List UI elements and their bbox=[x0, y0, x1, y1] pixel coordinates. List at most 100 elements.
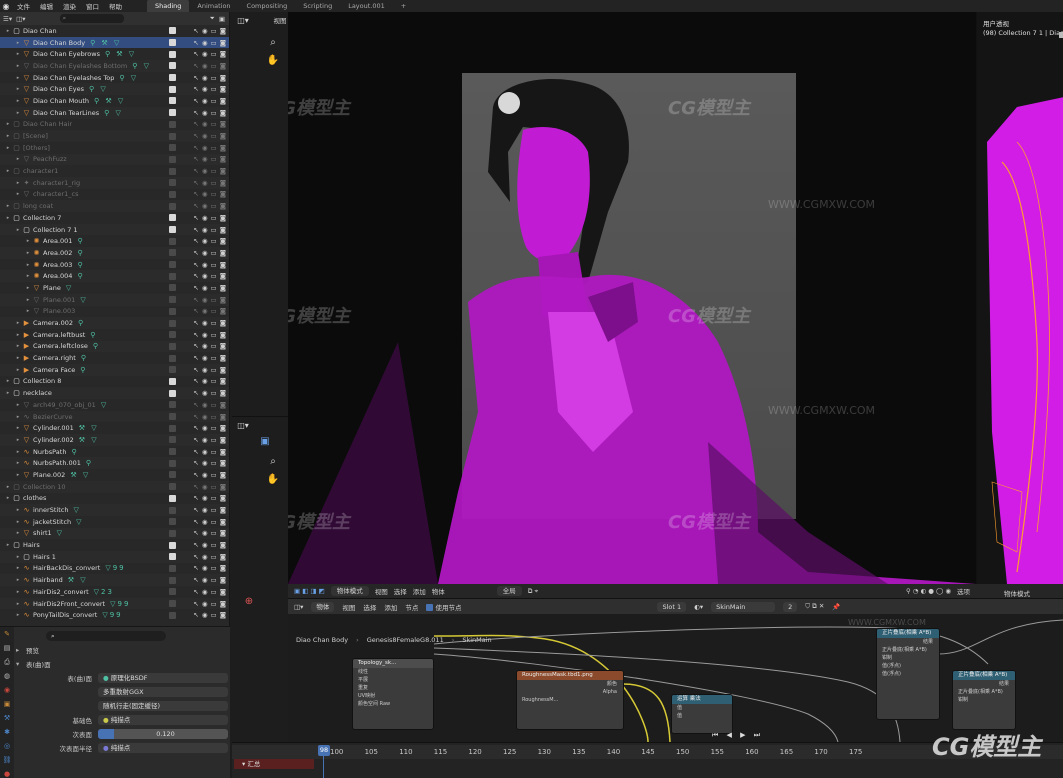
render-camera-icon[interactable]: ◙ bbox=[220, 541, 226, 549]
expand-arrow-icon[interactable]: ▸ bbox=[24, 285, 32, 291]
node-view-menu[interactable]: 视图 bbox=[342, 602, 355, 612]
select-arrow-icon[interactable]: ↖ bbox=[193, 529, 198, 537]
modifier-tab-icon[interactable]: ⚒ bbox=[0, 711, 14, 725]
expand-arrow-icon[interactable]: ▸ bbox=[14, 449, 22, 455]
exclude-checkbox[interactable] bbox=[169, 541, 176, 549]
select-arrow-icon[interactable]: ↖ bbox=[193, 85, 198, 93]
outliner-item-label[interactable]: Plane.002 bbox=[33, 471, 65, 479]
expand-arrow-icon[interactable]: ▸ bbox=[14, 343, 22, 349]
expand-arrow-icon[interactable]: ▸ bbox=[14, 51, 22, 57]
viewport-monitor-icon[interactable]: ▭ bbox=[211, 214, 217, 222]
outliner-row[interactable]: ▸ ▢ [Others] ↖ ◉ ▭ ◙ bbox=[0, 142, 229, 154]
select-arrow-icon[interactable]: ↖ bbox=[193, 401, 198, 409]
select-mode-icons[interactable]: ▣ ◧ ◨ ◩ bbox=[294, 587, 325, 595]
outliner-item-label[interactable]: Area.004 bbox=[43, 272, 72, 280]
outliner-row[interactable]: ▸ ∿ Hairband ⚒ ▽ ↖ ◉ ▭ ◙ bbox=[0, 574, 229, 586]
viewport-monitor-icon[interactable]: ▭ bbox=[211, 319, 217, 327]
overlay-icons[interactable]: ⚲ ◔ ◐ ● ◯ ◉ bbox=[906, 587, 951, 595]
subsurface-method-dropdown[interactable]: 随机行走(固定缓径) bbox=[98, 701, 228, 711]
exclude-checkbox[interactable] bbox=[169, 97, 176, 105]
subsurface-slider[interactable]: 0.120 bbox=[98, 729, 228, 739]
editor-type-icon-bottom[interactable]: ◫▾ bbox=[236, 419, 250, 433]
visibility-eye-icon[interactable]: ◉ bbox=[202, 50, 208, 58]
constraints-tab-icon[interactable]: ⛓ bbox=[0, 753, 14, 767]
material-tab-icon[interactable]: ● bbox=[0, 767, 14, 778]
viewport-monitor-icon[interactable]: ▭ bbox=[211, 471, 217, 479]
output-tab-icon[interactable]: ⎙ bbox=[0, 655, 14, 669]
expand-arrow-icon[interactable]: ▸ bbox=[14, 98, 22, 104]
render-camera-icon[interactable]: ◙ bbox=[220, 132, 226, 140]
viewport-monitor-icon[interactable]: ▭ bbox=[211, 436, 217, 444]
viewport-monitor-icon[interactable]: ▭ bbox=[211, 600, 217, 608]
select-arrow-icon[interactable]: ↖ bbox=[193, 611, 198, 619]
outliner-row[interactable]: ▸ ▶ Camera.leftclose ⚲ ↖ ◉ ▭ ◙ bbox=[0, 340, 229, 353]
viewport-monitor-icon[interactable]: ▭ bbox=[211, 144, 217, 152]
viewport-monitor-icon[interactable]: ▭ bbox=[211, 97, 217, 105]
viewport-monitor-icon[interactable]: ▭ bbox=[211, 588, 217, 596]
visibility-eye-icon[interactable]: ◉ bbox=[202, 74, 208, 82]
expand-arrow-icon[interactable]: ▸ bbox=[14, 554, 22, 560]
use-nodes-checkbox[interactable]: 使用节点 bbox=[426, 602, 461, 612]
outliner-item-label[interactable]: Camera.leftclose bbox=[33, 342, 88, 350]
visibility-eye-icon[interactable]: ◉ bbox=[202, 354, 208, 362]
select-options[interactable]: 选项 bbox=[957, 586, 970, 596]
expand-arrow-icon[interactable]: ▸ bbox=[14, 355, 22, 361]
outliner-row[interactable]: ▸ ∿ innerStitch ▽ ↖ ◉ ▭ ◙ bbox=[0, 504, 229, 516]
outliner-row[interactable]: ▸ ▽ Plane.002 ⚒ ▽ ↖ ◉ ▭ ◙ bbox=[0, 469, 229, 481]
outliner-row[interactable]: ▸ ▽ Plane.001 ▽ ↖ ◉ ▭ ◙ bbox=[0, 293, 229, 306]
editor-type-icon-top[interactable]: ◫▾ bbox=[236, 14, 250, 28]
node-row[interactable]: 重复 bbox=[353, 684, 433, 692]
exclude-checkbox[interactable] bbox=[169, 85, 176, 93]
viewport-monitor-icon[interactable]: ▭ bbox=[211, 342, 217, 350]
select-arrow-icon[interactable]: ↖ bbox=[193, 377, 198, 385]
outliner-item-label[interactable]: Collection 8 bbox=[23, 377, 61, 385]
node-node-menu[interactable]: 节点 bbox=[405, 602, 418, 612]
select-arrow-icon[interactable]: ↖ bbox=[193, 237, 198, 245]
outliner-row[interactable]: ▸ ▢ long coat ↖ ◉ ▭ ◙ bbox=[0, 200, 229, 212]
render-camera-icon[interactable]: ◙ bbox=[220, 179, 226, 187]
outliner-row[interactable]: ▸ ▽ Cylinder.001 ⚒ ▽ ↖ ◉ ▭ ◙ bbox=[0, 422, 229, 434]
outliner-item-label[interactable]: Camera.right bbox=[33, 354, 76, 362]
object-tab-icon[interactable]: ▣ bbox=[0, 697, 14, 711]
expand-arrow-icon[interactable]: ▸ bbox=[14, 191, 22, 197]
node-output[interactable]: Alpha bbox=[517, 688, 623, 696]
viewport-monitor-icon[interactable]: ▭ bbox=[211, 296, 217, 304]
visibility-eye-icon[interactable]: ◉ bbox=[202, 319, 208, 327]
material-name-field[interactable]: SkinMain bbox=[711, 601, 776, 612]
outliner-item-label[interactable]: Diao Chan Body bbox=[33, 39, 85, 47]
current-frame-indicator[interactable]: 98 bbox=[318, 745, 330, 756]
select-arrow-icon[interactable]: ↖ bbox=[193, 155, 198, 163]
viewport-monitor-icon[interactable]: ▭ bbox=[211, 483, 217, 491]
outliner-row[interactable]: ▸ ▢ [Scene] ↖ ◉ ▭ ◙ bbox=[0, 130, 229, 142]
outliner-item-label[interactable]: Cylinder.001 bbox=[33, 424, 74, 432]
visibility-eye-icon[interactable]: ◉ bbox=[202, 413, 208, 421]
node-image-field[interactable]: RoughnessM... bbox=[517, 696, 623, 704]
outliner-row[interactable]: ▸ ∿ HairBackDis_convert ▽99 ↖ ◉ ▭ ◙ bbox=[0, 563, 229, 575]
visibility-eye-icon[interactable]: ◉ bbox=[202, 366, 208, 374]
outliner-item-label[interactable]: PonyTailDis_convert bbox=[33, 611, 97, 619]
outliner-row[interactable]: ▸ ▽ Diao Chan Eyelashes Top ⚲ ▽ ↖ ◉ ▭ ◙ bbox=[0, 72, 229, 84]
select-arrow-icon[interactable]: ↖ bbox=[193, 167, 198, 175]
exclude-checkbox[interactable] bbox=[169, 27, 176, 35]
secondary-viewport[interactable]: 用户透视 (98) Collection 7 1 | Diao Ch bbox=[976, 12, 1063, 584]
select-box-icon[interactable]: ▣ bbox=[258, 435, 272, 449]
render-camera-icon[interactable]: ◙ bbox=[220, 389, 226, 397]
expand-arrow-icon[interactable]: ▸ bbox=[14, 63, 22, 69]
exclude-checkbox[interactable] bbox=[169, 62, 176, 70]
outliner-row[interactable]: ▸ ▽ Diao Chan Eyelashes Bottom ⚲ ▽ ↖ ◉ ▭ ◙ bbox=[0, 60, 229, 72]
cursor-icon[interactable]: ⊕ bbox=[242, 595, 256, 609]
outliner-item-label[interactable]: Diao Chan Eyes bbox=[33, 85, 84, 93]
outliner-row[interactable]: ▸ ✺ Area.003 ⚲ ↖ ◉ ▭ ◙ bbox=[0, 259, 229, 271]
tab-compositing[interactable]: Compositing bbox=[239, 0, 296, 12]
render-camera-icon[interactable]: ◙ bbox=[220, 307, 226, 315]
outliner-row[interactable]: ▸ ∿ BezierCurve ↖ ◉ ▭ ◙ bbox=[0, 410, 229, 423]
playback-controls[interactable]: ⏮ ◀ ▶ ⏭ bbox=[712, 731, 763, 740]
outliner-row[interactable]: ▸ ▢ character1 ↖ ◉ ▭ ◙ bbox=[0, 165, 229, 177]
outliner-item-label[interactable]: [Others] bbox=[23, 144, 50, 152]
render-camera-icon[interactable]: ◙ bbox=[220, 354, 226, 362]
outliner-row[interactable]: ▸ ▽ arch49_070_obj_01 ▽ ↖ ◉ ▭ ◙ bbox=[0, 399, 229, 411]
select-arrow-icon[interactable]: ↖ bbox=[193, 600, 198, 608]
expand-arrow-icon[interactable]: ▸ bbox=[14, 601, 22, 607]
select-arrow-icon[interactable]: ↖ bbox=[193, 319, 198, 327]
select-arrow-icon[interactable]: ↖ bbox=[193, 74, 198, 82]
